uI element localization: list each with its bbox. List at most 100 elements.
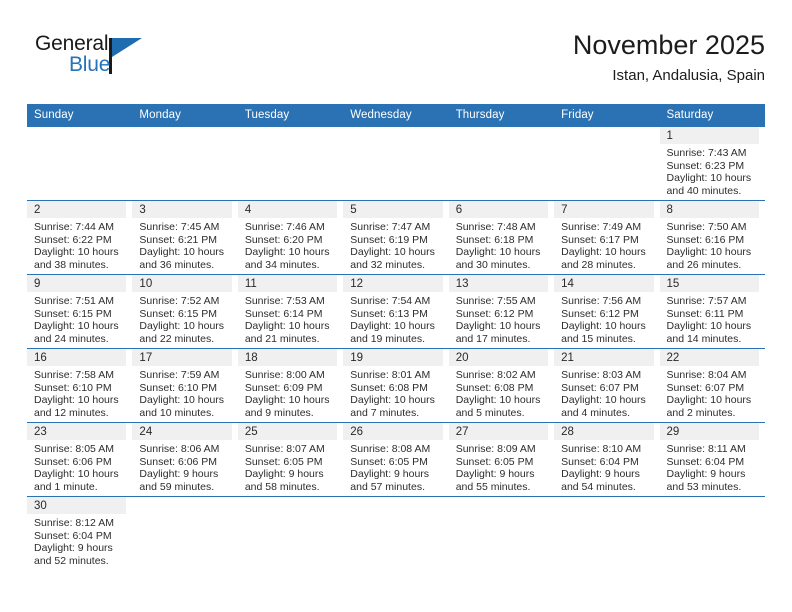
sunset-text: Sunset: 6:04 PM [34,529,112,542]
day-number: 2 [27,201,127,218]
sunset-text: Sunset: 6:14 PM [244,307,323,320]
day-number: 11 [237,275,338,292]
day-details: Sunrise: 7:59 AM Sunset: 6:10 PM Daylight:… [132,366,231,419]
daylight-text-line2: and 17 minutes. [455,332,531,345]
calendar-page: General Blue November 2025 Istan, Andalu… [0,0,792,612]
day-details: Sunrise: 7:52 AM Sunset: 6:15 PM Daylight:… [132,292,231,345]
calendar-cell-empty [448,496,555,570]
sunrise-text: Sunrise: 7:50 AM [666,221,747,233]
day-cell-inner: 18 Sunrise: 8:00 AM Sunset: 6:09 PM Dayligh… [237,349,343,422]
sunrise-text: Sunrise: 7:58 AM [34,369,114,381]
day-number: 12 [343,275,443,292]
sunrise-text: Sunrise: 8:07 AM [244,443,325,455]
daylight-text-line1: Daylight: 10 hours [561,320,646,333]
calendar-day-cell[interactable]: 22 Sunrise: 8:04 AM Sunset: 6:07 PM Dayligh… [659,348,765,423]
day-details: Sunrise: 8:07 AM Sunset: 6:05 PM Daylight:… [238,440,337,493]
daylight-text-line1: Daylight: 9 hours [666,468,746,481]
daylight-text-line2: and 7 minutes. [350,406,420,419]
daylight-text-line2: and 24 minutes. [34,332,109,345]
day-number [660,497,759,514]
calendar-day-cell[interactable]: 21 Sunrise: 8:03 AM Sunset: 6:07 PM Dayligh… [554,348,660,423]
calendar-day-cell[interactable]: 27 Sunrise: 8:09 AM Sunset: 6:05 PM Dayligh… [448,422,555,497]
daylight-text-line2: and 12 minutes. [34,406,109,419]
calendar-day-cell[interactable]: 24 Sunrise: 8:06 AM Sunset: 6:06 PM Dayligh… [132,422,238,497]
day-cell-inner [449,497,554,570]
day-details: Sunrise: 8:10 AM Sunset: 6:04 PM Daylight:… [554,440,653,493]
daylight-text-line2: and 54 minutes. [561,480,636,493]
daylight-text-line2: and 52 minutes. [34,554,109,567]
calendar-day-cell[interactable]: 29 Sunrise: 8:11 AM Sunset: 6:04 PM Dayligh… [659,422,765,497]
sunset-text: Sunset: 6:04 PM [561,455,639,468]
day-number: 15 [659,275,759,292]
calendar-day-cell[interactable]: 17 Sunrise: 7:59 AM Sunset: 6:10 PM Dayligh… [132,348,238,423]
day-details: Sunrise: 7:54 AM Sunset: 6:13 PM Daylight:… [343,292,442,345]
sunset-text: Sunset: 6:06 PM [34,455,112,468]
calendar-day-cell[interactable]: 6 Sunrise: 7:48 AM Sunset: 6:18 PM Daylight… [448,200,555,275]
daylight-text-line1: Daylight: 10 hours [34,246,119,259]
day-number: 27 [448,423,549,440]
sunset-text: Sunset: 6:13 PM [350,307,428,320]
daylight-text-line1: Daylight: 10 hours [34,394,119,407]
calendar-day-cell[interactable]: 11 Sunrise: 7:53 AM Sunset: 6:14 PM Dayligh… [237,274,344,349]
sunset-text: Sunset: 6:04 PM [666,455,745,468]
weekday-header-tuesday: Tuesday [237,104,344,127]
day-cell-inner [554,497,659,570]
day-cell-inner: 11 Sunrise: 7:53 AM Sunset: 6:14 PM Dayligh… [237,275,343,348]
daylight-text-line1: Daylight: 10 hours [455,246,541,259]
calendar-day-cell[interactable]: 7 Sunrise: 7:49 AM Sunset: 6:17 PM Daylight… [554,200,660,275]
daylight-text-line1: Daylight: 9 hours [244,468,324,481]
general-blue-logo[interactable]: General Blue [35,32,235,92]
day-cell-inner [449,127,554,200]
day-number: 18 [237,349,338,366]
calendar-day-cell[interactable]: 18 Sunrise: 8:00 AM Sunset: 6:09 PM Dayligh… [237,348,344,423]
calendar-day-cell[interactable]: 25 Sunrise: 8:07 AM Sunset: 6:05 PM Dayligh… [237,422,344,497]
day-number: 1 [659,127,759,144]
calendar-day-cell[interactable]: 23 Sunrise: 8:05 AM Sunset: 6:06 PM Dayligh… [27,422,133,497]
calendar-day-cell[interactable]: 5 Sunrise: 7:47 AM Sunset: 6:19 PM Daylight… [343,200,449,275]
calendar-day-cell[interactable]: 20 Sunrise: 8:02 AM Sunset: 6:08 PM Dayligh… [448,348,555,423]
daylight-text-line2: and 4 minutes. [561,406,630,419]
day-cell-inner [343,497,448,570]
calendar-day-cell[interactable]: 1 Sunrise: 7:43 AM Sunset: 6:23 PM Daylight… [659,127,765,201]
calendar-day-cell[interactable]: 14 Sunrise: 7:56 AM Sunset: 6:12 PM Dayligh… [554,274,660,349]
calendar-day-cell[interactable]: 28 Sunrise: 8:10 AM Sunset: 6:04 PM Dayligh… [554,422,660,497]
day-cell-inner [238,497,343,570]
calendar-day-cell[interactable]: 13 Sunrise: 7:55 AM Sunset: 6:12 PM Dayligh… [448,274,555,349]
sunset-text: Sunset: 6:11 PM [666,307,744,320]
calendar-week-row: 30 Sunrise: 8:12 AM Sunset: 6:04 PM Dayligh… [27,496,765,570]
calendar-day-cell[interactable]: 10 Sunrise: 7:52 AM Sunset: 6:15 PM Dayligh… [132,274,238,349]
day-number: 13 [448,275,549,292]
day-number: 5 [343,201,443,218]
day-cell-inner: 10 Sunrise: 7:52 AM Sunset: 6:15 PM Dayligh… [132,275,237,348]
calendar-week-row: 23 Sunrise: 8:05 AM Sunset: 6:06 PM Dayligh… [27,422,765,497]
sunrise-text: Sunrise: 8:02 AM [455,369,536,381]
day-details: Sunrise: 7:48 AM Sunset: 6:18 PM Daylight:… [449,218,548,271]
day-cell-inner: 29 Sunrise: 8:11 AM Sunset: 6:04 PM Dayligh… [659,423,765,496]
calendar-day-cell[interactable]: 19 Sunrise: 8:01 AM Sunset: 6:08 PM Dayligh… [343,348,449,423]
calendar-day-cell[interactable]: 16 Sunrise: 7:58 AM Sunset: 6:10 PM Dayligh… [27,348,133,423]
calendar-cell-empty [343,496,449,570]
daylight-text-line1: Daylight: 10 hours [561,394,646,407]
day-number: 20 [448,349,549,366]
day-details: Sunrise: 7:55 AM Sunset: 6:12 PM Daylight:… [449,292,548,345]
calendar-day-cell[interactable]: 3 Sunrise: 7:45 AM Sunset: 6:21 PM Daylight… [132,200,238,275]
calendar-day-cell[interactable]: 12 Sunrise: 7:54 AM Sunset: 6:13 PM Dayligh… [343,274,449,349]
calendar-cell-empty [554,496,660,570]
day-details: Sunrise: 8:04 AM Sunset: 6:07 PM Daylight:… [660,366,759,419]
sunset-text: Sunset: 6:09 PM [244,381,323,394]
calendar-day-cell[interactable]: 15 Sunrise: 7:57 AM Sunset: 6:11 PM Dayligh… [659,274,765,349]
day-cell-inner: 6 Sunrise: 7:48 AM Sunset: 6:18 PM Daylight… [448,201,554,274]
daylight-text-line1: Daylight: 10 hours [666,320,752,333]
calendar-table: Sunday Monday Tuesday Wednesday Thursday Frid… [27,104,765,570]
calendar-day-cell[interactable]: 30 Sunrise: 8:12 AM Sunset: 6:04 PM Dayligh… [27,496,133,570]
calendar-day-cell[interactable]: 2 Sunrise: 7:44 AM Sunset: 6:22 PM Daylight… [27,200,133,275]
daylight-text-line2: and 55 minutes. [455,480,531,493]
calendar-day-cell[interactable]: 8 Sunrise: 7:50 AM Sunset: 6:16 PM Daylight… [659,200,765,275]
day-details: Sunrise: 7:53 AM Sunset: 6:14 PM Daylight:… [238,292,337,345]
daylight-text-line1: Daylight: 10 hours [34,320,119,333]
calendar-day-cell[interactable]: 4 Sunrise: 7:46 AM Sunset: 6:20 PM Daylight… [237,200,344,275]
day-cell-inner [132,497,237,570]
day-cell-inner [238,127,343,200]
calendar-day-cell[interactable]: 9 Sunrise: 7:51 AM Sunset: 6:15 PM Daylight… [27,274,133,349]
calendar-day-cell[interactable]: 26 Sunrise: 8:08 AM Sunset: 6:05 PM Dayligh… [343,422,449,497]
